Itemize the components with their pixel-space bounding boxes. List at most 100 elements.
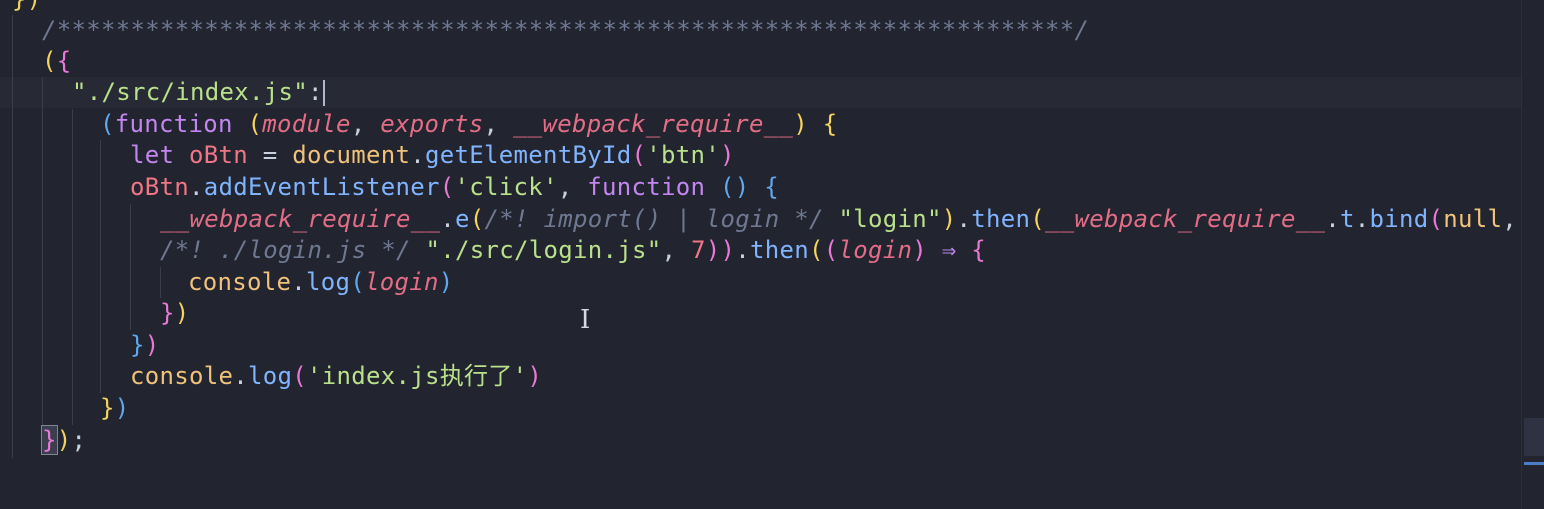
code-token: : [308,78,323,106]
code-token: exports [380,110,484,138]
scrollbar-thumb[interactable] [1524,418,1544,456]
code-token: /***************************************… [42,16,1090,44]
code-token: oBtn [130,173,189,201]
code-token: { [822,110,838,138]
code-line-7: oBtn.addEventListener('click', function … [130,172,779,203]
code-token: , [1502,205,1517,233]
indent-guide [160,267,161,298]
code-token: . [410,141,425,169]
code-token: ) [114,394,130,422]
code-line-5: (function (module, exports, __webpack_re… [100,109,838,140]
code-token: . [735,236,750,264]
code-token: , [350,110,381,138]
code-token: . [1325,205,1340,233]
indent-guide [42,77,43,425]
code-token: ( [100,110,115,138]
indent-guide [100,140,101,393]
code-token: 7 [691,236,706,264]
code-token: 'index.js执行了' [307,362,528,390]
code-token: () [720,173,750,201]
code-token: null [1443,205,1503,233]
code-token: ( [439,173,455,201]
code-token: ( [247,110,263,138]
code-token: ) [527,362,543,390]
code-token: /*! ./login.js */ [160,236,411,264]
code-token: ) [56,426,72,454]
code-token: { [56,47,72,75]
code-token: ( [469,205,485,233]
code-token: ( [292,362,307,390]
indent-guide [12,15,13,458]
code-token: e [455,205,470,233]
code-line-1: }) [12,0,42,15]
scrollbar-cursor-marker [1524,462,1544,465]
code-token: login [365,268,439,296]
code-token: t [1339,205,1355,233]
code-token: ( [1428,205,1444,233]
code-token: ) [941,205,957,233]
text-caret [322,80,325,106]
code-token: oBtn [189,141,248,169]
code-token: ( [823,236,839,264]
code-token: ⇒ [927,236,972,264]
code-token: log [248,362,293,390]
code-token: __webpack_require__ [513,110,794,138]
code-token: . [956,205,972,233]
indent-guide [130,204,131,330]
code-token: 'click' [454,173,558,201]
code-line-13: console.log('index.js执行了') [130,361,542,392]
code-line-6: let oBtn = document.getElementById('btn'… [130,140,735,171]
code-token: getElementById [425,141,632,169]
code-token: then [750,236,809,264]
code-token: ) [438,268,454,296]
indent-guide [72,109,73,425]
code-token: ( [631,141,647,169]
vertical-scrollbar[interactable] [1521,0,1544,509]
code-token: let [130,141,175,169]
text-cursor-icon: I [580,305,591,335]
code-token: __webpack_require__ [1044,205,1326,233]
code-token: ) [720,141,735,169]
code-token: log [306,268,351,296]
code-token: ) [144,331,160,359]
code-token: "./src/index.js" [72,78,308,106]
code-token: ( [809,236,824,264]
code-token: 'btn' [646,141,720,169]
code-token: } [130,331,145,359]
code-line-3: ({ [42,46,72,77]
code-token: ( [42,47,57,75]
code-line-4-current: "./src/index.js": [0,77,1522,108]
code-token: } [41,425,58,455]
code-token: ( [350,268,365,296]
code-token: "./src/login.js" [425,236,662,264]
code-token: console [188,268,292,296]
code-line-8: __webpack_require__.e(/*! import() | log… [160,204,1517,235]
code-token: login [838,236,913,264]
code-line-2: /***************************************… [42,15,1089,46]
code-token: addEventListener [203,173,440,201]
code-token: } [100,394,115,422]
code-token: console [130,362,234,390]
code-line-14: }) [100,393,130,424]
code-line-12: }) [130,330,160,361]
code-token: ) [912,236,927,264]
code-token: )) [705,236,736,264]
code-token: ; [71,426,87,454]
code-token: { [971,236,986,264]
code-token: . [1354,205,1370,233]
code-token: document [292,141,411,169]
code-token: ( [1030,205,1045,233]
code-line-11: }) [160,298,190,329]
code-token: } [160,299,175,327]
code-token: ) [793,110,808,138]
code-editor[interactable]: }) /************************************… [0,0,1522,509]
code-token: . [189,173,204,201]
code-token: function [114,110,233,138]
code-token: module [262,110,351,138]
code-token: , [661,236,691,264]
